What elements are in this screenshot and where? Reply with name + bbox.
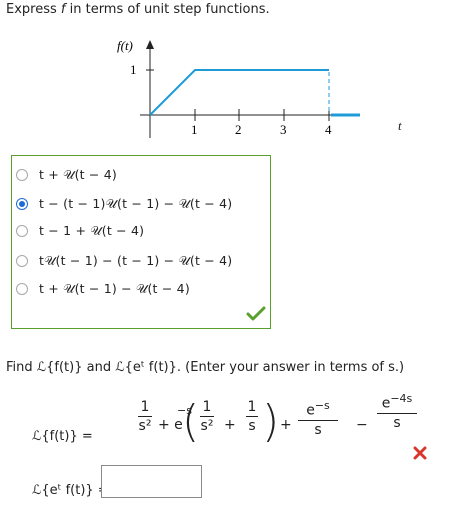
fraction: 1 s² xyxy=(200,399,214,434)
radio-button[interactable] xyxy=(16,283,28,295)
option-label: t + 𝒰(t − 4) xyxy=(39,167,117,182)
fraction: 1s xyxy=(246,399,258,434)
question-text: Express f in terms of unit step function… xyxy=(6,2,270,17)
option-label: t − (t − 1)𝒰(t − 1) − 𝒰(t − 4) xyxy=(39,196,233,211)
option-4[interactable]: t𝒰(t − 1) − (t − 1) − 𝒰(t − 4) xyxy=(16,250,232,272)
option-label: t − 1 + 𝒰(t − 4) xyxy=(39,223,145,238)
fraction: e−4s s xyxy=(377,392,417,431)
x-tick-label: 3 xyxy=(280,122,287,137)
plus-sign: + xyxy=(224,417,236,433)
laplace-label-2: ℒ{eᵗ f(t)} = xyxy=(32,483,109,498)
option-label: t𝒰(t − 1) − (t − 1) − 𝒰(t − 4) xyxy=(39,253,233,268)
radio-button[interactable] xyxy=(16,225,28,237)
minus-sign: − xyxy=(356,417,368,433)
x-axis-label: t xyxy=(398,118,402,133)
radio-button-selected[interactable] xyxy=(16,198,28,210)
incorrect-x-icon xyxy=(413,446,427,460)
option-1[interactable]: t + 𝒰(t − 4) xyxy=(16,164,117,186)
left-paren: ( xyxy=(182,396,200,447)
y-axis-label: f(t) xyxy=(117,38,133,53)
instruction-text: Find ℒ{f(t)} and ℒ{eᵗ f(t)}. (Enter your… xyxy=(6,360,405,375)
answer-input[interactable] xyxy=(101,465,202,498)
radio-button[interactable] xyxy=(16,169,28,181)
answer-options: t + 𝒰(t − 4) t − (t − 1)𝒰(t − 1) − 𝒰(t −… xyxy=(11,155,271,329)
plus-sign: + xyxy=(280,417,292,433)
x-tick-label: 4 xyxy=(325,122,332,137)
x-tick-label: 1 xyxy=(191,122,198,137)
fraction: e−s s xyxy=(298,399,338,438)
option-5[interactable]: t + 𝒰(t − 1) − 𝒰(t − 4) xyxy=(16,278,190,300)
option-2[interactable]: t − (t − 1)𝒰(t − 1) − 𝒰(t − 4) xyxy=(16,193,232,215)
correct-check-icon xyxy=(246,306,266,321)
y-tick-label: 1 xyxy=(130,62,137,77)
right-paren: ) xyxy=(262,396,280,447)
plus-e: + e xyxy=(158,417,183,433)
x-tick-label: 2 xyxy=(235,122,242,137)
laplace-label-1: ℒ{f(t)} = xyxy=(32,429,93,444)
step-function-graph: f(t) 1 1 2 3 4 t xyxy=(117,38,360,138)
fraction: 1 s² xyxy=(138,399,152,434)
option-3[interactable]: t − 1 + 𝒰(t − 4) xyxy=(16,220,144,242)
option-label: t + 𝒰(t − 1) − 𝒰(t − 4) xyxy=(39,281,190,296)
radio-button[interactable] xyxy=(16,255,28,267)
